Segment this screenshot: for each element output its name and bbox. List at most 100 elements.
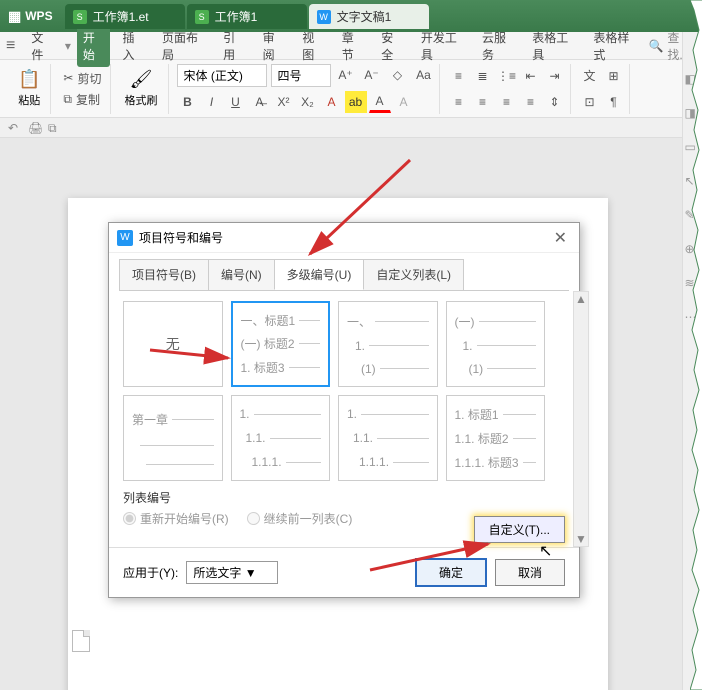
line-spacing-icon[interactable]: ⇕ xyxy=(544,91,566,113)
app-logo: ▦ WPS xyxy=(8,8,53,25)
copy-button[interactable]: ⧉复制 xyxy=(59,90,105,109)
select-icon[interactable]: ▭ xyxy=(685,140,701,156)
ribbon-toolbar: 📋 粘贴 ✂剪切 ⧉复制 🖌 格式刷 宋体 (正文) 四号 A⁺ A⁻ ◇ Aa… xyxy=(0,60,702,118)
preview-7[interactable]: 1. 标题1 1.1. 标题2 1.1.1. 标题3 xyxy=(446,395,546,481)
cursor-icon[interactable]: ↖ xyxy=(685,174,701,190)
doc-tab-1[interactable]: S工作簿1 xyxy=(187,4,307,29)
decrease-font-icon[interactable]: A⁻ xyxy=(361,64,383,86)
font-name-select[interactable]: 宋体 (正文) xyxy=(177,64,267,87)
ok-button[interactable]: 确定 xyxy=(415,558,487,587)
preview-icon[interactable]: ⧉ xyxy=(48,121,62,135)
text-effect-icon[interactable]: A xyxy=(321,91,343,113)
menu-table-tools[interactable]: 表格工具 xyxy=(526,25,581,67)
preview-2[interactable]: 一、 1. (1) xyxy=(338,301,438,387)
zoom-icon[interactable]: ⊕ xyxy=(685,242,701,258)
multilevel-icon[interactable]: ⋮≡ xyxy=(496,65,518,87)
tab-multilevel[interactable]: 多级编号(U) xyxy=(274,259,365,290)
text-direction-icon[interactable]: 文 xyxy=(579,65,601,87)
hamburger-icon[interactable]: ≡ xyxy=(6,37,15,55)
layers-icon[interactable]: ≋ xyxy=(685,276,701,292)
scroll-down-icon[interactable]: ▼ xyxy=(575,532,587,546)
menu-review[interactable]: 审阅 xyxy=(257,25,291,67)
doc-tab-0[interactable]: S工作簿1.et xyxy=(65,4,185,29)
note-icon[interactable]: ✎ xyxy=(685,208,701,224)
dialog-icon: W xyxy=(117,230,133,246)
rail-icon-1[interactable]: ◧ xyxy=(685,72,701,88)
menu-table-style[interactable]: 表格样式 xyxy=(587,25,642,67)
menu-cloud[interactable]: 云服务 xyxy=(476,25,520,67)
page-indicator-icon xyxy=(72,630,90,652)
menu-devtools[interactable]: 开发工具 xyxy=(415,25,470,67)
radio-continue[interactable]: 继续前一列表(C) xyxy=(247,510,353,527)
apply-to-select[interactable]: 所选文字 ▼ xyxy=(186,561,277,584)
save-icon[interactable]: 🖨 xyxy=(28,121,42,135)
sort-icon[interactable]: ⊡ xyxy=(579,91,601,113)
tab-numbering[interactable]: 编号(N) xyxy=(208,259,275,290)
menu-chapter[interactable]: 章节 xyxy=(336,25,370,67)
quick-access-row: ↶ 🖨 ⧉ xyxy=(0,118,702,138)
document-icon: W xyxy=(317,10,331,24)
menu-page-layout[interactable]: 页面布局 xyxy=(156,25,211,67)
superscript-icon[interactable]: X² xyxy=(273,91,295,113)
bold-icon[interactable]: B xyxy=(177,91,199,113)
brush-icon: 🖌 xyxy=(130,69,153,90)
menu-start[interactable]: 开始 xyxy=(77,25,111,67)
paste-button[interactable]: 📋 粘贴 xyxy=(12,67,46,110)
font-size-select[interactable]: 四号 xyxy=(271,64,331,87)
menu-view[interactable]: 视图 xyxy=(296,25,330,67)
rail-icon-2[interactable]: ◨ xyxy=(685,106,701,122)
preview-5[interactable]: 1. 1.1. 1.1.1. xyxy=(231,395,331,481)
increase-font-icon[interactable]: A⁺ xyxy=(335,64,357,86)
preview-3[interactable]: (一) 1. (1) xyxy=(446,301,546,387)
show-marks-icon[interactable]: ¶ xyxy=(603,91,625,113)
change-case-icon[interactable]: Aa xyxy=(413,64,435,86)
preview-1[interactable]: 一、标题1 (一) 标题2 1. 标题3 xyxy=(231,301,331,387)
highlight-icon[interactable]: ab xyxy=(345,91,367,113)
doc-tab-2[interactable]: W 文字文稿1 xyxy=(309,4,429,29)
cut-button[interactable]: ✂剪切 xyxy=(59,69,105,88)
radio-restart[interactable]: 重新开始编号(R) xyxy=(123,510,229,527)
align-center-icon[interactable]: ≡ xyxy=(472,91,494,113)
align-right-icon[interactable]: ≡ xyxy=(496,91,518,113)
close-icon[interactable]: ✕ xyxy=(550,228,571,248)
increase-indent-icon[interactable]: ⇥ xyxy=(544,65,566,87)
decrease-indent-icon[interactable]: ⇤ xyxy=(520,65,542,87)
borders-icon[interactable]: ⊞ xyxy=(603,65,625,87)
scroll-up-icon[interactable]: ▲ xyxy=(575,292,587,306)
more-icon[interactable]: ⋯ xyxy=(685,310,701,326)
numbering-icon[interactable]: ≣ xyxy=(472,65,494,87)
cancel-button[interactable]: 取消 xyxy=(495,559,565,586)
clear-format-icon[interactable]: ◇ xyxy=(387,64,409,86)
bullets-numbering-dialog: W 项目符号和编号 ✕ 项目符号(B) 编号(N) 多级编号(U) 自定义列表(… xyxy=(108,222,580,598)
clipboard-icon: 📋 xyxy=(18,69,40,90)
undo-icon[interactable]: ↶ xyxy=(8,121,22,135)
shading-icon[interactable]: A xyxy=(393,91,415,113)
strike-icon[interactable]: A̶ xyxy=(249,91,271,113)
dialog-body: 无 一、标题1 (一) 标题2 1. 标题3 一、 1. (1) (一) 1. … xyxy=(119,290,569,547)
menu-file[interactable]: 文件 xyxy=(25,25,59,67)
preview-6[interactable]: 1. 1.1. 1.1.1. xyxy=(338,395,438,481)
justify-icon[interactable]: ≡ xyxy=(520,91,542,113)
menu-insert[interactable]: 插入 xyxy=(116,25,150,67)
bullets-icon[interactable]: ≡ xyxy=(448,65,470,87)
align-left-icon[interactable]: ≡ xyxy=(448,91,470,113)
tab-bullets[interactable]: 项目符号(B) xyxy=(119,259,209,290)
scissors-icon: ✂ xyxy=(63,71,73,85)
right-rail: ◧ ◨ ▭ ↖ ✎ ⊕ ≋ ⋯ xyxy=(682,32,702,690)
tab-custom-list[interactable]: 自定义列表(L) xyxy=(363,259,464,290)
spreadsheet-icon: S xyxy=(73,10,87,24)
menu-bar: ≡ 文件 ▾ 开始 插入 页面布局 引用 审阅 视图 章节 安全 开发工具 云服… xyxy=(0,32,702,60)
customize-button[interactable]: 自定义(T)... xyxy=(474,516,565,543)
preview-4[interactable]: 第一章 xyxy=(123,395,223,481)
doc-tab-label: 文字文稿1 xyxy=(337,8,392,25)
preview-none[interactable]: 无 xyxy=(123,301,223,387)
format-painter-button[interactable]: 🖌 格式刷 xyxy=(119,67,164,110)
document-tabs: S工作簿1.et S工作簿1 W 文字文稿1 xyxy=(65,3,429,29)
menu-references[interactable]: 引用 xyxy=(217,25,251,67)
subscript-icon[interactable]: X₂ xyxy=(297,91,319,113)
menu-security[interactable]: 安全 xyxy=(375,25,409,67)
font-color-icon[interactable]: A xyxy=(369,91,391,113)
preview-scrollbar[interactable]: ▲▼ xyxy=(573,291,589,547)
underline-icon[interactable]: U xyxy=(225,91,247,113)
italic-icon[interactable]: I xyxy=(201,91,223,113)
